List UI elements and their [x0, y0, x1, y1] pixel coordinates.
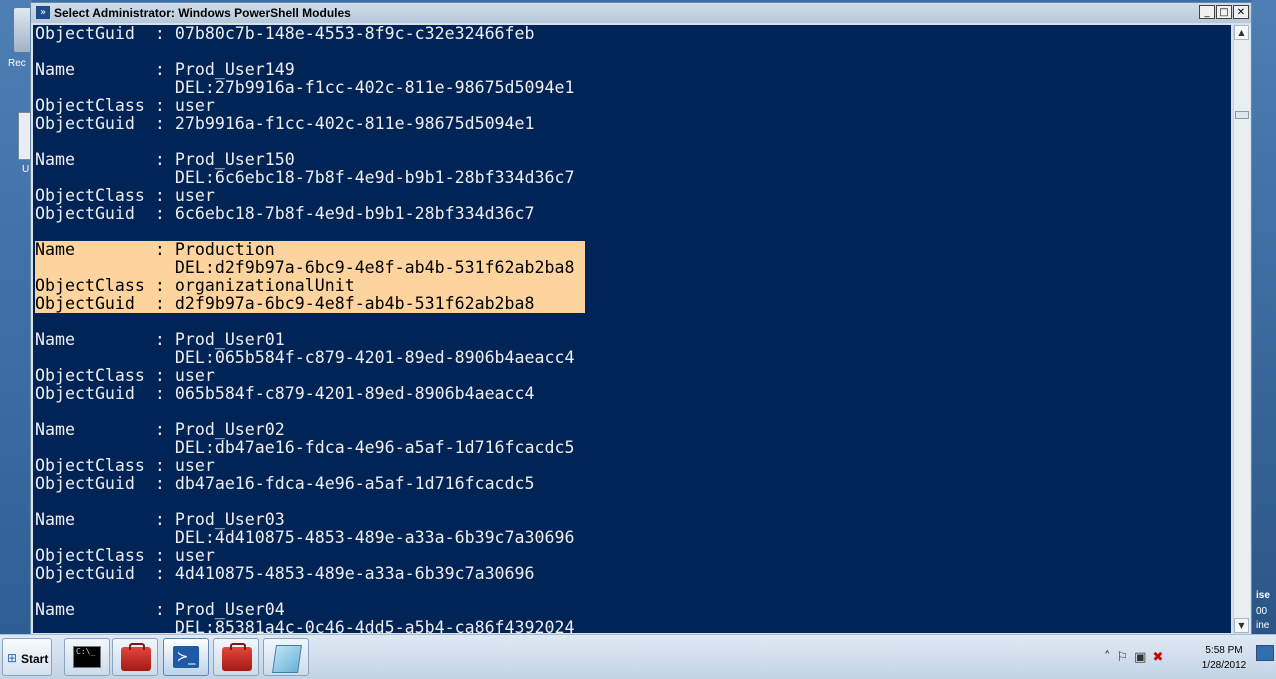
powershell-window: » Select Administrator: Windows PowerShe…	[30, 2, 1252, 636]
start-button[interactable]: ⊞ Start	[2, 638, 52, 676]
powershell-icon: ≻_	[173, 646, 199, 668]
console-line: ObjectGuid : 065b584f-c879-4201-89ed-890…	[35, 384, 535, 403]
console-line: ObjectGuid : 07b80c7b-148e-4553-8f9c-c32…	[35, 25, 535, 43]
command-prompt-icon: C:\_	[73, 646, 101, 668]
console-line: Name : Prod_User02	[35, 420, 285, 439]
console-line: ObjectGuid : 6c6ebc18-7b8f-4e9d-b9b1-28b…	[35, 204, 535, 223]
window-controls: _ □ ✕	[1199, 5, 1249, 19]
windows-flag-icon: ⊞	[7, 651, 18, 665]
toolbox-icon	[121, 643, 151, 671]
console-line: ObjectClass : user	[35, 546, 215, 565]
console-line: Name : Prod_User149	[35, 60, 295, 79]
console-line: DEL:6c6ebc18-7b8f-4e9d-b9b1-28bf334d36c7	[35, 168, 575, 187]
selected-console-line: ObjectClass : organizationalUnit	[35, 277, 585, 295]
toolbox-icon	[222, 643, 252, 671]
powershell-icon[interactable]: »	[36, 6, 50, 19]
console-output[interactable]: ObjectGuid : 07b80c7b-148e-4553-8f9c-c32…	[33, 25, 1231, 633]
show-desktop-button[interactable]	[1256, 645, 1274, 661]
console-line: DEL:db47ae16-fdca-4e96-a5af-1d716fcacdc5	[35, 438, 575, 457]
desktop-right-label-2: 00	[1256, 606, 1268, 617]
console-line: DEL:4d410875-4853-489e-a33a-6b39c7a30696	[35, 528, 575, 547]
console-line: ObjectClass : user	[35, 366, 215, 385]
console-line: Name : Prod_User150	[35, 150, 295, 169]
show-hidden-icons-icon[interactable]: ˄	[1104, 650, 1111, 665]
selected-console-line: Name : Production	[35, 241, 585, 259]
console-line: ObjectGuid : 4d410875-4853-489e-a33a-6b3…	[35, 564, 535, 583]
network-error-icon[interactable]: ✖	[1152, 650, 1163, 665]
console-line: DEL:27b9916a-f1cc-402c-811e-98675d5094e1	[35, 78, 575, 97]
desktop-left-strip	[0, 0, 32, 634]
desktop-right-strip	[1252, 0, 1276, 634]
taskbar-clock[interactable]: 5:58 PM 1/28/2012	[1196, 643, 1252, 673]
window-titlebar[interactable]: » Select Administrator: Windows PowerShe…	[31, 3, 1251, 23]
taskbar: ⊞ Start C:\_ ≻_ ˄ ⚐ ▣ ✖ 5:58 PM 1/28/201…	[0, 634, 1276, 679]
close-button[interactable]: ✕	[1233, 5, 1249, 19]
scrollbar-thumb[interactable]	[1235, 111, 1249, 119]
console-line: ObjectGuid : 27b9916a-f1cc-402c-811e-986…	[35, 114, 535, 133]
vertical-scrollbar[interactable]: ▲ ▼	[1233, 25, 1250, 633]
console-line: ObjectClass : user	[35, 186, 215, 205]
toolbox-taskbar-button-1[interactable]	[112, 638, 158, 676]
minimize-button[interactable]: _	[1199, 5, 1215, 19]
desktop-right-label-1: ise	[1256, 590, 1270, 601]
cmd-taskbar-button[interactable]: C:\_	[64, 638, 110, 676]
console-line: Name : Prod_User03	[35, 510, 285, 529]
console-line: ObjectClass : user	[35, 456, 215, 475]
clock-date: 1/28/2012	[1201, 660, 1247, 671]
recycle-bin-label: Rec	[8, 58, 26, 69]
maximize-button[interactable]: □	[1216, 5, 1232, 19]
toolbox-taskbar-button-2[interactable]	[213, 638, 259, 676]
notepad-icon	[272, 645, 302, 673]
console-line: DEL:85381a4c-0c46-4dd5-a5b4-ca86f4392024	[35, 618, 575, 634]
scroll-down-arrow-icon[interactable]: ▼	[1234, 618, 1249, 633]
clock-time: 5:58 PM	[1205, 645, 1243, 656]
notepad-taskbar-button[interactable]	[263, 638, 309, 676]
console-line: ObjectClass : user	[35, 96, 215, 115]
scroll-up-arrow-icon[interactable]: ▲	[1234, 25, 1249, 40]
window-title: Select Administrator: Windows PowerShell…	[54, 6, 351, 20]
powershell-taskbar-button[interactable]: ≻_	[163, 638, 209, 676]
console-text: ObjectGuid : 07b80c7b-148e-4553-8f9c-c32…	[33, 25, 1231, 633]
display-icon[interactable]: ▣	[1134, 650, 1146, 665]
console-line: DEL:065b584f-c879-4201-89ed-8906b4aeacc4	[35, 348, 575, 367]
selected-console-line: ObjectGuid : d2f9b97a-6bc9-4e8f-ab4b-531…	[35, 295, 585, 313]
action-center-flag-icon[interactable]: ⚐	[1117, 650, 1129, 665]
console-line: ObjectGuid : db47ae16-fdca-4e96-a5af-1d7…	[35, 474, 535, 493]
console-line: Name : Prod_User01	[35, 330, 285, 349]
desktop-right-label-3: ine	[1256, 620, 1270, 631]
console-line: Name : Prod_User04	[35, 600, 285, 619]
desktop-shortcut-label: U	[22, 164, 30, 175]
start-label: Start	[21, 652, 49, 666]
selected-console-line: DEL:d2f9b97a-6bc9-4e8f-ab4b-531f62ab2ba8	[35, 259, 585, 277]
